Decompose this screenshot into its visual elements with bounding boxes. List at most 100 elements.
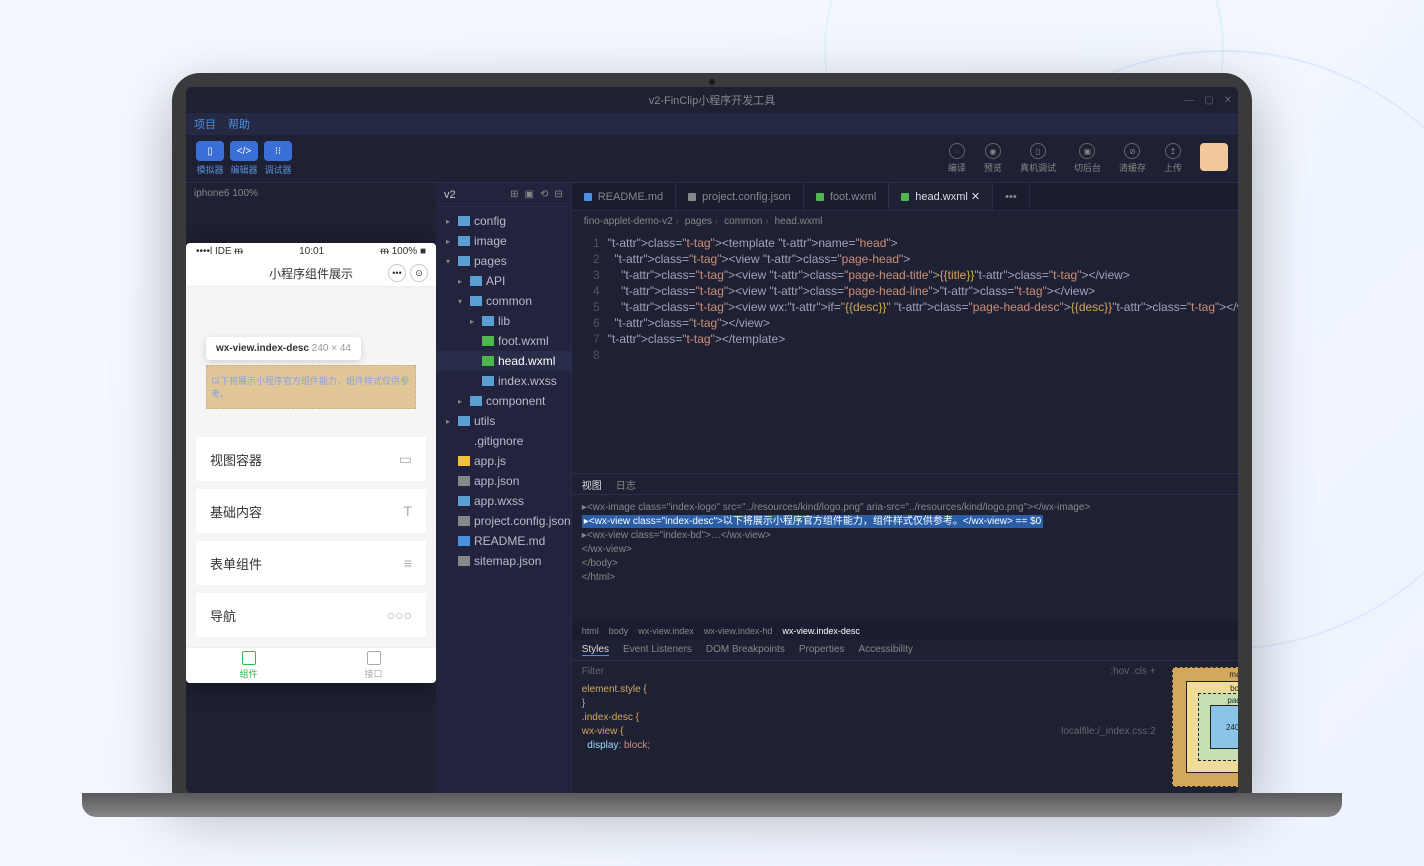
avatar[interactable] [1200,143,1228,171]
phone-preview: ••••l IDE ⁠ᵯ 10:01 ⁠ᵯ 100% ■ 小程序组件展示 •••… [186,243,436,683]
dom-panel[interactable]: ▸<wx-image class="index-logo" src="../re… [572,495,1238,622]
collapse-icon[interactable]: ⊟ [554,189,562,200]
tree-item-head.wxml[interactable]: head.wxml [436,351,571,371]
file-tree: ▸config▸image▾pages▸API▾common▸libfoot.w… [436,207,571,793]
titlebar: v2-FinClip小程序开发工具 — ▢ ✕ [186,87,1238,113]
more-icon[interactable]: ••• [388,264,406,282]
tab-listeners[interactable]: Event Listeners [623,644,692,655]
minimize-icon[interactable]: — [1184,95,1194,106]
tree-item-API[interactable]: ▸API [436,271,571,291]
tab-foot.wxml[interactable]: foot.wxml [804,183,889,210]
menu-item[interactable]: 表单组件≡ [196,541,426,585]
tree-item-index.wxss[interactable]: index.wxss [436,371,571,391]
tree-item-README.md[interactable]: README.md [436,531,571,551]
maximize-icon[interactable]: ▢ [1204,95,1213,106]
tree-item-pages[interactable]: ▾pages [436,251,571,271]
tab-README.md[interactable]: README.md [572,183,676,210]
menu-help[interactable]: 帮助 [228,116,250,132]
phone-tabbar: 组件 接口 [186,647,436,683]
form-icon: ≡ [404,555,412,571]
tab-api[interactable]: 接口 [311,648,436,683]
menu-list: 视图容器▭ 基础内容T 表单组件≡ 导航○○○ [196,437,426,637]
tree-item-utils[interactable]: ▸utils [436,411,571,431]
explorer-header: v2 ⊞▣⟲⊟ [436,183,571,207]
css-panel[interactable]: Filter:hov .cls +element.style {}.index-… [572,661,1166,793]
tree-item-.gitignore[interactable]: .gitignore [436,431,571,451]
dt-tab-view[interactable]: 视图 [582,477,602,492]
tree-item-project.config.json[interactable]: project.config.json [436,511,571,531]
background-button[interactable]: ▣切后台 [1074,143,1101,174]
breadcrumb: fino-applet-demo-v2pagescommonhead.wxml [572,211,1238,231]
phone-navbar: 小程序组件展示 •••⊙ [186,261,436,287]
editor-button[interactable]: </>编辑器 [230,141,258,176]
simulator-header: iphone6 100% [186,183,436,203]
new-file-icon[interactable]: ⊞ [510,189,518,200]
tree-item-image[interactable]: ▸image [436,231,571,251]
style-tabs: Styles Event Listeners DOM Breakpoints P… [572,640,1238,661]
inspector-tooltip: wx-view.index-desc 240 × 44 [206,337,361,360]
tree-item-config[interactable]: ▸config [436,211,571,231]
tab-breakpoints[interactable]: DOM Breakpoints [706,644,785,655]
inspector-highlight: 以下将展示小程序官方组件能力，组件样式仅供参考。 [206,365,416,409]
tree-item-common[interactable]: ▾common [436,291,571,311]
container-icon: ▭ [399,451,412,468]
phone-body: wx-view.index-desc 240 × 44 以下将展示小程序官方组件… [186,287,436,647]
tree-item-lib[interactable]: ▸lib [436,311,571,331]
clear-cache-button[interactable]: ⊘清缓存 [1119,143,1146,174]
tab-head.wxml[interactable]: head.wxml ✕ [889,183,993,210]
tree-item-app.js[interactable]: app.js [436,451,571,471]
remote-debug-button[interactable]: ▯真机调试 [1020,143,1056,174]
devtools-tabs: 视图 日志 [572,474,1238,495]
tab-properties[interactable]: Properties [799,644,845,655]
upload-button[interactable]: ↥上传 [1164,143,1182,174]
file-explorer: v2 ⊞▣⟲⊟ ▸config▸image▾pages▸API▾common▸l… [436,183,572,793]
close-icon[interactable]: ✕ [1224,95,1232,106]
text-icon: T [403,503,412,519]
main-area: iphone6 100% ••••l IDE ⁠ᵯ 10:01 ⁠ᵯ 100% … [186,183,1238,793]
toolbar: ▯模拟器 </>编辑器 ⁝⁝调试器 ◌编译 ◉预览 ▯真机调试 ▣切后台 ⊘清缓… [186,135,1238,183]
phone-statusbar: ••••l IDE ⁠ᵯ 10:01 ⁠ᵯ 100% ■ [186,243,436,261]
window-controls: — ▢ ✕ [1184,95,1232,106]
code-lines[interactable]: "t-attr">class="t-tag"><template "t-attr… [608,231,1238,473]
menubar: 项目 帮助 [186,113,1238,135]
window-title: v2-FinClip小程序开发工具 [649,92,776,108]
dt-tab-log[interactable]: 日志 [616,477,636,492]
dom-breadcrumb: htmlbodywx-view.indexwx-view.index-hdwx-… [572,622,1238,640]
style-body: Filter:hov .cls +element.style {}.index-… [572,661,1238,793]
tree-item-sitemap.json[interactable]: sitemap.json [436,551,571,571]
tab-project.config.json[interactable]: project.config.json [676,183,804,210]
menu-item[interactable]: 视图容器▭ [196,437,426,481]
close-capsule-icon[interactable]: ⊙ [410,264,428,282]
api-icon [367,651,381,665]
tab-accessibility[interactable]: Accessibility [858,644,912,655]
tree-item-app.wxss[interactable]: app.wxss [436,491,571,511]
camera [709,79,715,85]
simulator-panel: iphone6 100% ••••l IDE ⁠ᵯ 10:01 ⁠ᵯ 100% … [186,183,436,793]
box-model: margin10 border- padding- 240 × 44 [1172,667,1238,787]
tab-component[interactable]: 组件 [186,648,311,683]
tab-more[interactable]: ••• [993,183,1030,210]
preview-button[interactable]: ◉预览 [984,143,1002,174]
code-area: 12345678 "t-attr">class="t-tag"><templat… [572,231,1238,473]
tree-item-app.json[interactable]: app.json [436,471,571,491]
tree-item-component[interactable]: ▸component [436,391,571,411]
debugger-button[interactable]: ⁝⁝调试器 [264,141,292,176]
menu-item[interactable]: 导航○○○ [196,593,426,637]
nav-icon: ○○○ [387,607,412,623]
menu-item[interactable]: 基础内容T [196,489,426,533]
menu-project[interactable]: 项目 [194,116,216,132]
devtools: 视图 日志 ▸<wx-image class="index-logo" src=… [572,473,1238,793]
simulator-button[interactable]: ▯模拟器 [196,141,224,176]
app-screen: v2-FinClip小程序开发工具 — ▢ ✕ 项目 帮助 ▯模拟器 </>编辑… [186,87,1238,793]
toolbar-left: ▯模拟器 </>编辑器 ⁝⁝调试器 [196,141,292,176]
new-folder-icon[interactable]: ▣ [525,189,534,200]
refresh-icon[interactable]: ⟲ [540,189,548,200]
grid-icon [242,651,256,665]
editor-panel: README.mdproject.config.jsonfoot.wxmlhea… [572,183,1238,793]
tree-item-foot.wxml[interactable]: foot.wxml [436,331,571,351]
laptop-frame: v2-FinClip小程序开发工具 — ▢ ✕ 项目 帮助 ▯模拟器 </>编辑… [172,73,1252,793]
tab-styles[interactable]: Styles [582,644,609,656]
compile-button[interactable]: ◌编译 [948,143,966,174]
toolbar-right: ◌编译 ◉预览 ▯真机调试 ▣切后台 ⊘清缓存 ↥上传 [948,143,1228,174]
editor-tabs: README.mdproject.config.jsonfoot.wxmlhea… [572,183,1238,211]
